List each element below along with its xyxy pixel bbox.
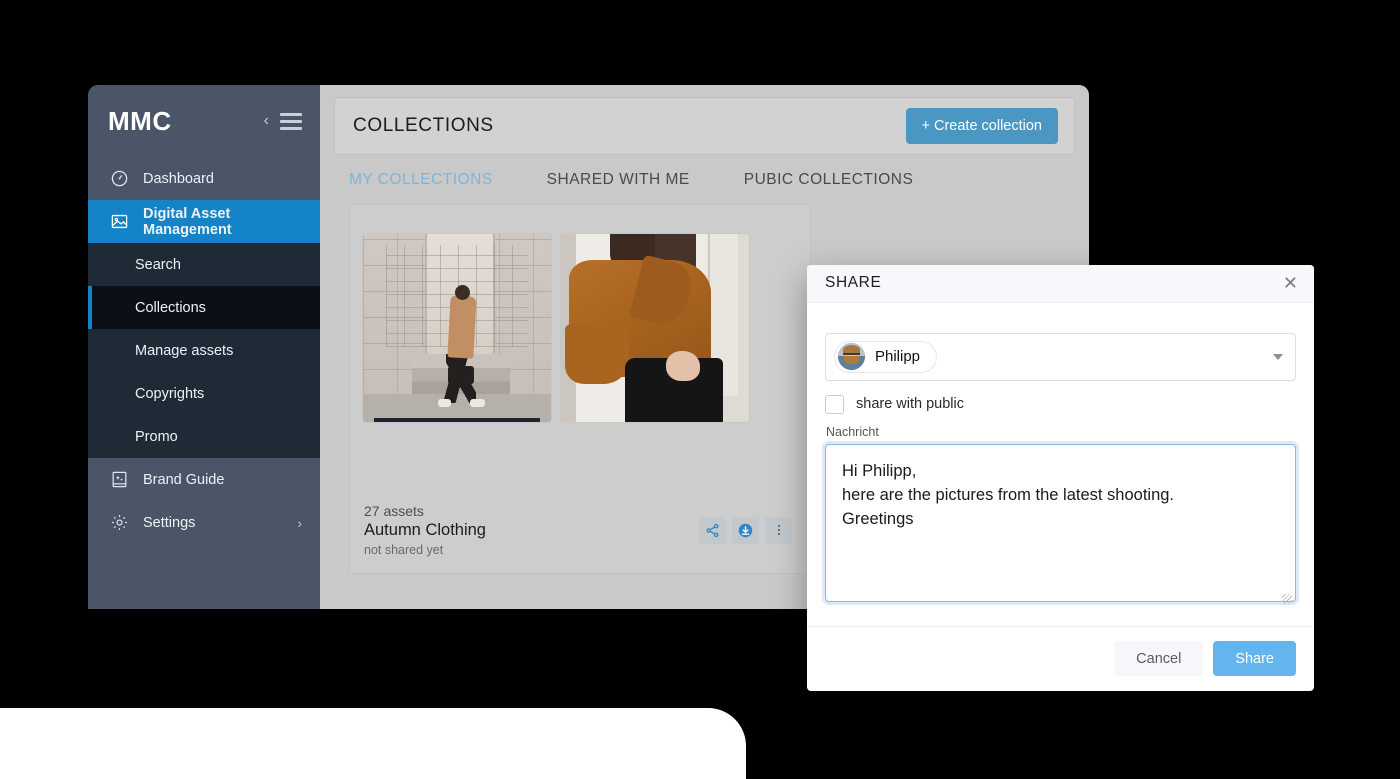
hamburger-menu-icon[interactable] [280, 112, 302, 130]
thumbnail-image-1[interactable] [362, 233, 552, 423]
share-dialog: SHARE ✕ Philipp share with public Nachri… [807, 265, 1314, 691]
sidebar-item-label: Dashboard [143, 170, 214, 187]
message-field-wrapper [825, 443, 1296, 607]
recipient-chip[interactable]: Philipp [834, 340, 938, 373]
sidebar-item-label: Digital Asset Management [143, 205, 232, 238]
message-label: Nachricht [826, 424, 879, 439]
recipient-name: Philipp [875, 348, 921, 366]
chevron-right-icon: › [297, 514, 302, 531]
page-title: COLLECTIONS [353, 115, 494, 136]
dialog-footer: Cancel Share [807, 625, 1314, 691]
close-icon[interactable]: ✕ [1283, 274, 1298, 292]
sidebar-subgroup-dam: Search Collections Manage assets Copyrig… [88, 243, 320, 458]
sidebar-item-search[interactable]: Search [88, 243, 320, 286]
sidebar-item-label: Brand Guide [143, 471, 225, 488]
sidebar-item-label: Settings [143, 514, 196, 531]
collections-tabs: MY COLLECTIONS SHARED WITH ME PUBIC COLL… [320, 155, 1089, 189]
book-sparkle-icon [108, 469, 130, 491]
sidebar-item-promo[interactable]: Promo [88, 415, 320, 458]
sidebar-item-digital-asset-management[interactable]: Digital Asset Management [88, 200, 320, 243]
brand-logo[interactable]: MMC [108, 108, 172, 134]
asset-count: 27 assets [364, 503, 424, 519]
sidebar-item-label: Search [135, 256, 181, 273]
sidebar-item-label: Copyrights [135, 385, 205, 402]
collection-thumbnails [350, 205, 810, 423]
chevron-down-icon[interactable] [1273, 353, 1283, 360]
tab-shared-with-me[interactable]: SHARED WITH ME [547, 171, 690, 189]
more-options-icon[interactable] [765, 516, 792, 544]
sidebar-header: MMC ‹ [88, 85, 320, 157]
gear-icon [108, 512, 130, 534]
sidebar-item-label: Promo [135, 428, 178, 445]
share-status: not shared yet [364, 543, 444, 557]
collection-card-meta: 27 assets Autumn Clothing not shared yet [350, 489, 810, 573]
sidebar-item-brand-guide[interactable]: Brand Guide [88, 458, 320, 501]
sidebar-filler [88, 544, 320, 609]
download-icon[interactable] [732, 516, 759, 544]
resize-handle-icon[interactable] [1282, 593, 1292, 604]
create-collection-button[interactable]: + Create collection [905, 108, 1058, 144]
avatar [838, 343, 865, 371]
sidebar-bottom-group: Brand Guide Settings › [88, 458, 320, 544]
sidebar-item-label: Manage assets [135, 342, 234, 359]
share-with-public-label: share with public [856, 396, 964, 413]
collection-title: Autumn Clothing [364, 521, 486, 539]
recipient-select[interactable]: Philipp [825, 332, 1296, 381]
chevron-left-icon[interactable]: ‹ [264, 113, 269, 129]
collection-actions [699, 516, 792, 544]
sidebar-item-copyrights[interactable]: Copyrights [88, 372, 320, 415]
gauge-icon [108, 168, 130, 190]
dialog-header: SHARE ✕ [807, 265, 1314, 303]
sidebar-header-icons: ‹ [264, 112, 302, 130]
collection-info: 27 assets Autumn Clothing not shared yet [364, 503, 486, 557]
collection-card[interactable]: 27 assets Autumn Clothing not shared yet [349, 204, 811, 574]
image-icon [108, 211, 130, 233]
dialog-body: Philipp share with public Nachricht [807, 303, 1314, 607]
sidebar-item-dashboard[interactable]: Dashboard [88, 157, 320, 200]
tab-my-collections[interactable]: MY COLLECTIONS [349, 171, 493, 189]
screen-root: MMC ‹ Dashboard Digital Asset Management… [0, 0, 1400, 779]
content-topbar: COLLECTIONS + Create collection [334, 97, 1075, 155]
sidebar-item-settings[interactable]: Settings › [88, 501, 320, 544]
sidebar-item-manage-assets[interactable]: Manage assets [88, 329, 320, 372]
share-with-public-checkbox[interactable] [825, 394, 844, 414]
thumbnail-image-2[interactable] [560, 233, 750, 423]
tab-pubic-collections[interactable]: PUBIC COLLECTIONS [744, 171, 914, 189]
page-bottom-sheet [0, 708, 746, 779]
share-button[interactable]: Share [1213, 641, 1296, 677]
dialog-title: SHARE [825, 274, 882, 292]
sidebar-item-collections[interactable]: Collections [88, 286, 320, 329]
share-with-public-row: share with public [825, 394, 1296, 414]
sidebar-item-label: Collections [135, 299, 206, 316]
sidebar: MMC ‹ Dashboard Digital Asset Management… [88, 85, 320, 609]
share-icon[interactable] [699, 516, 726, 544]
cancel-button[interactable]: Cancel [1114, 641, 1204, 677]
message-input[interactable] [825, 443, 1296, 602]
